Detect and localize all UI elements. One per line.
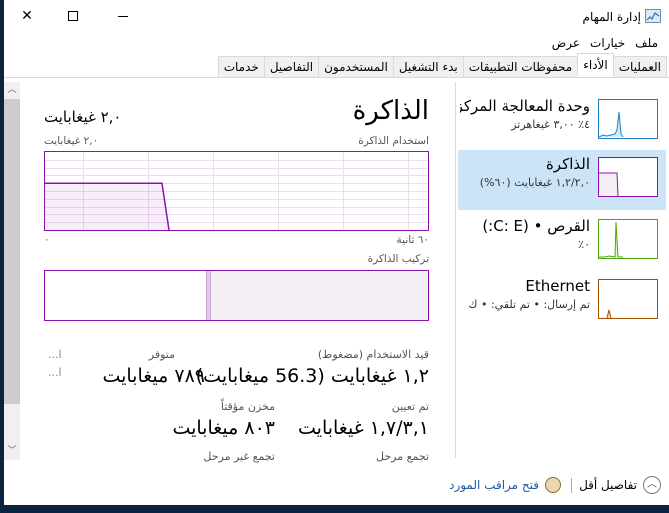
sidebar-item-memory[interactable]: الذاكرة ١,٢/٢,٠ غيغابايت (٦٠%) bbox=[458, 150, 666, 210]
truncated-label-1: ا... bbox=[48, 348, 62, 361]
usage-max-label: ٢,٠ غيغابايت bbox=[44, 135, 99, 147]
composition-modified bbox=[206, 271, 211, 320]
cached-value: ٨٠٣ ميغابايت bbox=[172, 417, 275, 439]
committed-label: تم تعيين bbox=[391, 400, 429, 413]
memory-usage-graph bbox=[44, 151, 429, 231]
sidebar-memory-name: الذاكرة bbox=[545, 155, 590, 173]
time-axis-left-label: ٦٠ ثانية bbox=[396, 234, 429, 246]
menu-file[interactable]: ملف bbox=[630, 34, 663, 54]
menu-view[interactable]: عرض bbox=[547, 34, 585, 54]
sidebar-ethernet-name: Ethernet bbox=[525, 277, 590, 295]
sidebar-divider bbox=[455, 82, 456, 458]
memory-composition-bar bbox=[44, 270, 429, 321]
scroll-up-icon[interactable]: ︿ bbox=[4, 82, 20, 99]
sidebar-disk-sub: ٠٪ bbox=[578, 238, 590, 251]
close-icon: ✕ bbox=[21, 8, 33, 24]
sidebar-disk-name: القرص • (C: E:) bbox=[482, 217, 590, 235]
scrollbar-thumb[interactable] bbox=[4, 99, 20, 404]
sidebar-ethernet-sub: تم إرسال: • تم تلقي: • ك bbox=[468, 298, 590, 311]
tab-strip: العمليات الأداء محفوظات التطبيقات بدء ال… bbox=[217, 53, 667, 78]
open-resource-monitor-link[interactable]: فتح مراقب المورد bbox=[449, 478, 539, 492]
task-manager-window: ✕ إدارة المهام ملف خيارات عرض العمليات ا… bbox=[4, 0, 669, 505]
footer: ︿ تفاصيل أقل فتح مراقب المورد bbox=[4, 468, 669, 505]
disk-mini-graph bbox=[598, 219, 658, 259]
tab-users[interactable]: المستخدمون bbox=[318, 56, 394, 78]
usage-label: استخدام الذاكرة bbox=[358, 135, 429, 147]
vertical-scrollbar[interactable]: ︿ ﹀ bbox=[4, 82, 20, 460]
nonpaged-pool-label: تجمع غير مرحل bbox=[203, 450, 275, 463]
maximize-button[interactable] bbox=[50, 0, 96, 32]
resource-monitor-icon bbox=[545, 477, 561, 493]
paged-pool-label: تجمع مرحل bbox=[376, 450, 429, 463]
usage-area bbox=[45, 183, 169, 230]
available-value: ٧٨٩ ميغابايت bbox=[102, 365, 205, 387]
available-label: متوفر bbox=[148, 348, 175, 361]
menu-bar: ملف خيارات عرض bbox=[547, 34, 669, 54]
tab-startup[interactable]: بدء التشغيل bbox=[392, 56, 464, 78]
committed-value: ١,٧/٣,١ غيغابايت bbox=[298, 417, 429, 439]
fewer-details-button[interactable]: تفاصيل أقل bbox=[579, 478, 637, 492]
tab-performance[interactable]: الأداء bbox=[577, 53, 614, 77]
minimize-button[interactable] bbox=[100, 0, 146, 32]
cpu-mini-graph bbox=[598, 99, 658, 139]
sidebar-cpu-name: وحدة المعالجة المركزية bbox=[460, 97, 590, 115]
close-button[interactable]: ✕ bbox=[4, 0, 50, 32]
cached-label: مخزن مؤقتاً bbox=[220, 400, 275, 413]
tab-app-history[interactable]: محفوظات التطبيقات bbox=[462, 56, 579, 78]
task-manager-app-icon bbox=[645, 9, 661, 23]
page-title: الذاكرة bbox=[352, 96, 429, 126]
title-bar: ✕ إدارة المهام bbox=[4, 0, 669, 34]
sidebar-item-disk[interactable]: القرص • (C: E:) ٠٪ bbox=[458, 212, 666, 272]
composition-label: تركيب الذاكرة bbox=[367, 253, 429, 265]
tab-services[interactable]: خدمات bbox=[217, 56, 265, 78]
maximize-icon bbox=[68, 11, 78, 21]
minimize-icon bbox=[118, 15, 128, 17]
composition-in-use bbox=[211, 271, 428, 320]
window-title: إدارة المهام bbox=[582, 10, 641, 24]
sidebar-item-cpu[interactable]: وحدة المعالجة المركزية ٤٪ ٣,٠٠ غيغاهرتز bbox=[458, 92, 666, 152]
time-axis-right-label: ٠ bbox=[44, 234, 50, 246]
truncated-label-2: ا... bbox=[48, 366, 62, 379]
memory-total: ٢,٠ غيغابايت bbox=[44, 108, 122, 126]
sidebar-memory-sub: ١,٢/٢,٠ غيغابايت (٦٠%) bbox=[479, 176, 590, 189]
in-use-value: ١,٢ غيغابايت (56.3 ميغابايت) bbox=[195, 365, 429, 387]
footer-separator bbox=[571, 478, 572, 493]
menu-options[interactable]: خيارات bbox=[585, 34, 630, 54]
tab-processes[interactable]: العمليات bbox=[612, 56, 667, 78]
usage-graph-svg bbox=[45, 152, 428, 230]
ethernet-mini-graph bbox=[598, 279, 658, 319]
chevron-up-icon[interactable]: ︿ bbox=[643, 476, 661, 494]
scroll-down-icon[interactable]: ﹀ bbox=[4, 443, 20, 460]
in-use-label: قيد الاستخدام (مضغوط) bbox=[317, 348, 429, 361]
sidebar-item-ethernet[interactable]: Ethernet تم إرسال: • تم تلقي: • ك bbox=[458, 272, 666, 332]
sidebar-cpu-sub: ٤٪ ٣,٠٠ غيغاهرتز bbox=[511, 118, 590, 131]
memory-mini-graph bbox=[598, 157, 658, 197]
tab-details[interactable]: التفاصيل bbox=[263, 56, 320, 78]
